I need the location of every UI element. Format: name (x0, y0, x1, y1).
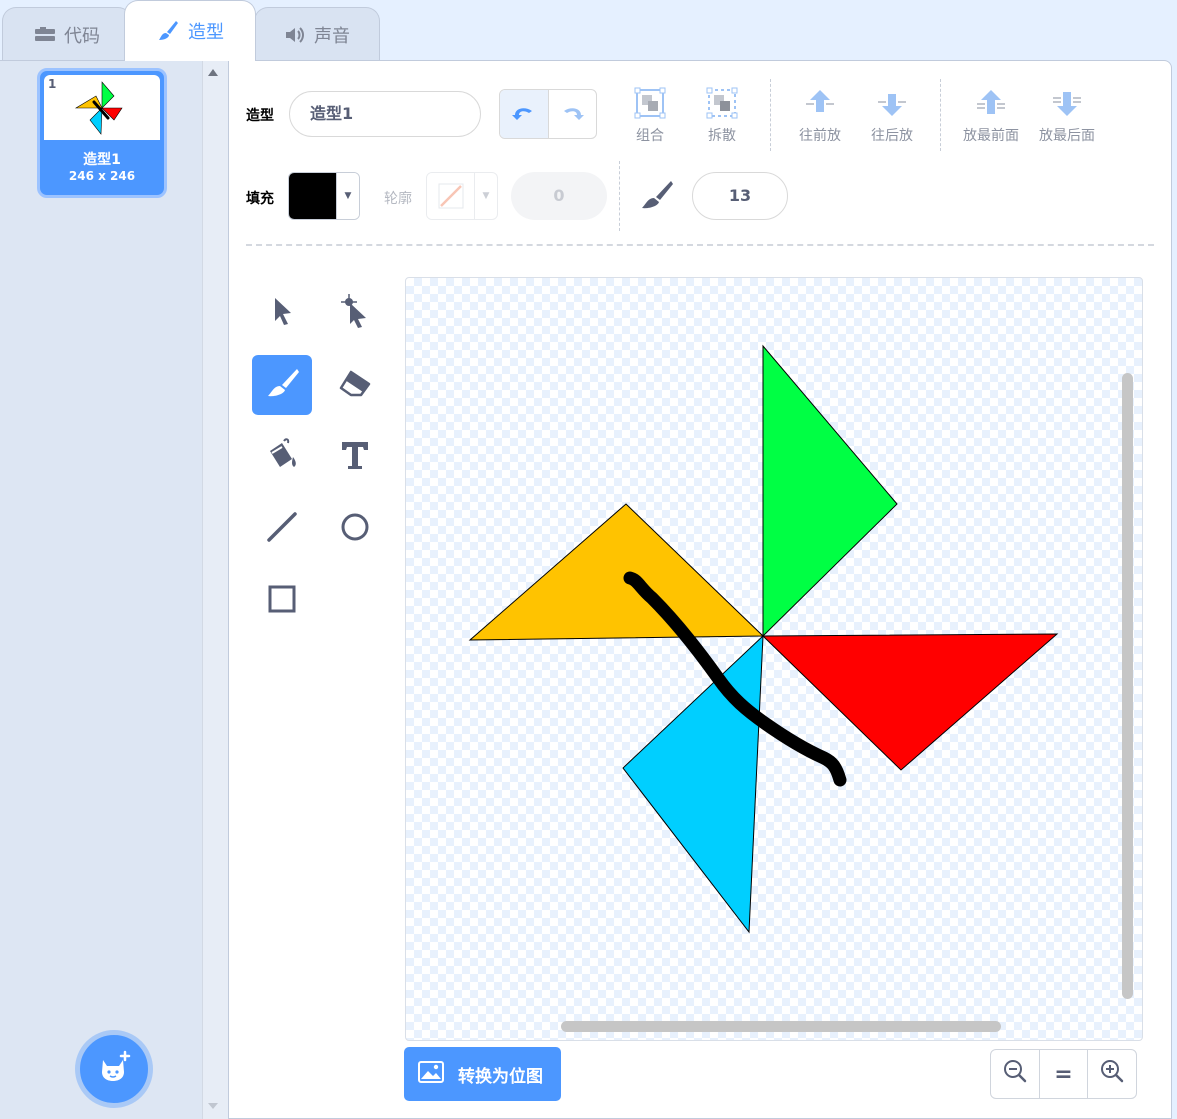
arrow-cursor-icon (268, 295, 296, 331)
green-triangle[interactable] (762, 344, 898, 638)
canvas-vertical-scrollbar[interactable] (1122, 373, 1133, 999)
group-icon (634, 87, 666, 123)
outline-color-picker[interactable]: ▼ (426, 172, 498, 220)
costume-thumbnail[interactable]: 1 造型1 246 x 246 (37, 68, 167, 198)
code-icon (34, 26, 56, 44)
circle-tool[interactable] (325, 499, 385, 559)
editor-tabs: 代码 造型 声音 (0, 0, 1177, 61)
forward-label: 往前放 (799, 128, 841, 144)
outline-width-input[interactable]: 0 (511, 172, 607, 220)
tab-code-label: 代码 (64, 25, 100, 47)
rectangle-tool[interactable] (252, 571, 312, 631)
circle-icon (339, 511, 371, 547)
speaker-icon (284, 25, 306, 45)
ungroup-label: 拆散 (708, 128, 736, 144)
scroll-up-arrow-icon[interactable] (208, 69, 218, 76)
text-t-icon (339, 439, 371, 475)
fill-label: 填充 (246, 191, 274, 207)
blue-triangle[interactable] (622, 634, 764, 934)
image-icon (418, 1060, 444, 1088)
ungroup-icon (706, 87, 738, 123)
outline-label: 轮廓 (384, 191, 412, 207)
brush-icon (264, 367, 300, 403)
arrow-up-icon (804, 88, 836, 122)
tab-code[interactable]: 代码 (2, 7, 132, 61)
reshape-tool[interactable] (325, 283, 385, 343)
dropdown-arrow-icon: ▼ (336, 173, 359, 219)
costume-name-input[interactable]: 造型1 (289, 91, 481, 137)
cat-plus-icon (97, 1050, 131, 1088)
front-button[interactable]: 放最前面 (953, 87, 1029, 145)
back-label: 放最后面 (1039, 128, 1095, 144)
group-button[interactable]: 组合 (614, 87, 686, 145)
eraser-tool[interactable] (325, 355, 385, 415)
convert-to-bitmap-button[interactable]: 转换为位图 (404, 1047, 561, 1101)
arrow-to-top-icon (975, 88, 1007, 122)
paint-bucket-icon (264, 437, 300, 477)
costume-list-scrollbar[interactable] (202, 61, 228, 1119)
paint-editor: 造型 造型1 组合 拆散 往前放 往后放 放最前面 放最后面 填充 ▼ 轮廓 ▼… (228, 60, 1172, 1119)
arrow-to-bottom-icon (1051, 88, 1083, 122)
toolbar-separator (246, 244, 1154, 246)
add-costume-button[interactable] (75, 1030, 153, 1108)
reshape-cursor-icon (338, 293, 372, 333)
undo-redo-group (499, 89, 597, 139)
costume-name-label: 造型 (246, 108, 274, 124)
toolbar-divider (619, 161, 620, 231)
brush-size-icon (638, 179, 674, 215)
costume-list-panel: 1 造型1 246 x 246 (0, 60, 228, 1119)
undo-button[interactable] (500, 90, 549, 138)
costume-number: 1 (48, 77, 57, 91)
zoom-reset-button[interactable]: = (1040, 1050, 1089, 1098)
forward-button[interactable]: 往前放 (784, 87, 856, 145)
zoom-out-button[interactable] (991, 1050, 1040, 1098)
brush-tool[interactable] (252, 355, 312, 415)
zoom-in-button[interactable] (1088, 1050, 1136, 1098)
zoom-out-icon (1003, 1059, 1027, 1089)
costume-thumbnail-size: 246 x 246 (68, 169, 136, 183)
undo-icon (511, 103, 537, 125)
scroll-down-arrow-icon[interactable] (208, 1103, 218, 1109)
redo-icon (559, 103, 585, 125)
no-color-icon (427, 173, 474, 219)
eraser-icon (337, 368, 373, 402)
redo-button[interactable] (549, 90, 597, 138)
convert-to-bitmap-label: 转换为位图 (458, 1066, 543, 1087)
toolbar-divider (940, 79, 941, 151)
line-tool[interactable] (252, 499, 312, 559)
backward-button[interactable]: 往后放 (856, 87, 928, 145)
dropdown-arrow-icon: ▼ (474, 173, 497, 219)
toolbar-divider (770, 79, 771, 151)
line-icon (266, 511, 298, 547)
tab-costume-label: 造型 (188, 22, 224, 43)
zoom-controls: = (990, 1049, 1137, 1099)
fill-tool[interactable] (252, 427, 312, 487)
brush-icon (156, 19, 180, 43)
back-button[interactable]: 放最后面 (1029, 87, 1105, 145)
text-tool[interactable] (325, 427, 385, 487)
costume-thumbnail-image (44, 75, 160, 140)
backward-label: 往后放 (871, 128, 913, 144)
costume-thumbnail-name: 造型1 (83, 152, 121, 168)
brush-size-input[interactable]: 13 (692, 172, 788, 220)
rectangle-icon (266, 583, 298, 619)
fill-color-picker[interactable]: ▼ (288, 172, 360, 220)
zoom-in-icon (1100, 1059, 1124, 1089)
tab-costume[interactable]: 造型 (124, 0, 256, 61)
yellow-triangle[interactable] (468, 503, 765, 641)
ungroup-button[interactable]: 拆散 (686, 87, 758, 145)
tab-sound-label: 声音 (314, 25, 350, 47)
group-label: 组合 (636, 128, 664, 144)
front-label: 放最前面 (963, 128, 1019, 144)
fill-color-swatch (289, 173, 336, 219)
select-tool[interactable] (252, 283, 312, 343)
tab-sound[interactable]: 声音 (254, 7, 380, 61)
drawing-canvas[interactable] (405, 277, 1143, 1041)
canvas-horizontal-scrollbar[interactable] (561, 1021, 1001, 1032)
arrow-down-icon (876, 88, 908, 122)
